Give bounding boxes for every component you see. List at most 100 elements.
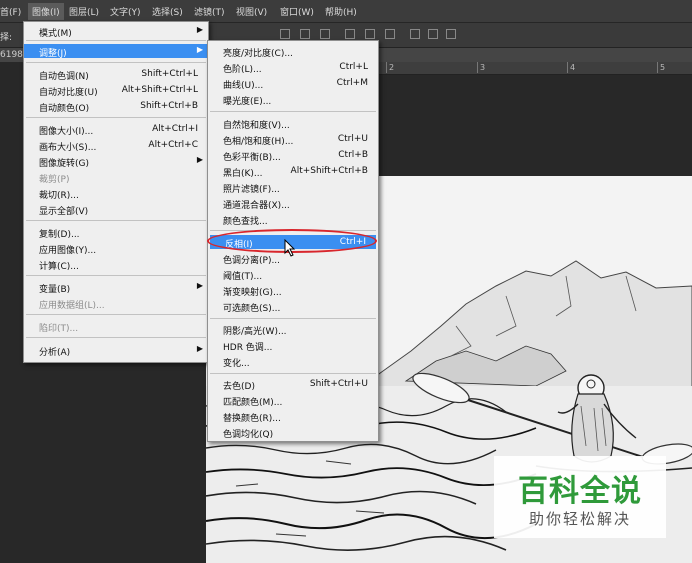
menu-item-label: 黑白(K)... [223,169,263,179]
menu-item-label: 亮度/对比度(C)... [223,49,293,59]
submenu-arrow-icon: ▶ [196,344,203,353]
menu-item-shortcut: Alt+Ctrl+I [152,124,198,134]
menu-item-label: 曲线(U)... [223,81,264,91]
adjust-menu-item[interactable]: 自然饱和度(V)... [208,116,378,131]
image-menu-item[interactable]: 变量(B) ▶ [24,280,208,295]
adjust-menu-item[interactable]: 颜色查找... [208,212,378,227]
image-menu-item[interactable]: 应用图像(Y)... [24,241,208,256]
adjust-menu-item[interactable]: 色彩平衡(B)... Ctrl+B [208,148,378,163]
menu-item-label: 画布大小(S)... [39,143,97,153]
adjust-menu-item[interactable]: 变化... [208,354,378,369]
align-hcenter-icon[interactable] [365,29,375,39]
image-menu-item[interactable]: 自动颜色(O) Shift+Ctrl+B [24,99,208,114]
align-right-icon[interactable] [385,29,395,39]
menu-item-label: 可选颜色(S)... [223,304,281,314]
adjust-menu-item[interactable]: 色相/饱和度(H)... Ctrl+U [208,132,378,147]
menu-item-label: 变量(B) [39,285,71,295]
submenu-arrow-icon: ▶ [196,45,203,54]
menu-item-label: 陷印(T)... [39,324,79,334]
image-menu-item[interactable]: 自动色调(N) Shift+Ctrl+L [24,67,208,82]
menu-item-label: 复制(D)... [39,230,80,240]
ruler-tick-label: 3 [480,63,486,72]
menu-item-label: 调整(J) [39,49,67,59]
menu-item-label: 去色(D) [223,382,255,392]
document-tab[interactable]: 6198 [0,50,23,60]
image-menu-item[interactable]: 裁切(R)... [24,186,208,201]
menu-item-label: 变化... [223,359,250,369]
image-menu-item[interactable]: 自动对比度(U) Alt+Shift+Ctrl+L [24,83,208,98]
align-vcenter-icon[interactable] [300,29,310,39]
adjust-menu-item[interactable]: 渐变映射(G)... [208,283,378,298]
menu-item-label: 裁切(R)... [39,191,79,201]
menu-item-shortcut: Alt+Shift+Ctrl+L [121,85,198,95]
submenu-arrow-icon: ▶ [196,25,203,34]
image-menu: 模式(M) ▶ 调整(J) ▶ 自动色调(N) Shift+Ctrl+L 自动对… [23,21,209,363]
menu-item-label: 曝光度(E)... [223,97,272,107]
menu-item-label: 渐变映射(G)... [223,288,282,298]
menu-item-label: 计算(C)... [39,262,79,272]
menu-filter[interactable]: 滤镜(T) [194,5,225,18]
menu-item-label: 照片滤镜(F)... [223,185,280,195]
menu-view[interactable]: 视图(V) [236,5,267,18]
adjust-menu-item[interactable]: 曝光度(E)... [208,92,378,107]
menu-item-shortcut: Alt+Ctrl+C [148,140,198,150]
adjust-menu-item[interactable]: 通道混合器(X)... [208,196,378,211]
distribute-h-icon[interactable] [428,29,438,39]
adjust-menu-item[interactable]: 阴影/高光(W)... [208,322,378,337]
image-menu-item[interactable]: 图像旋转(G) ▶ [24,154,208,169]
menu-item-label: 应用数据组(L)... [39,301,105,311]
image-menu-item-adjust[interactable]: 调整(J) ▶ [24,44,208,59]
menu-item-shortcut: Ctrl+L [339,62,368,72]
menu-item-shortcut: Alt+Shift+Ctrl+B [290,166,368,176]
image-menu-item[interactable]: 计算(C)... [24,257,208,272]
align-left-icon[interactable] [345,29,355,39]
ruler-tick-line [567,62,568,73]
adjust-menu-item[interactable]: 色调均化(Q) [208,425,378,440]
adjust-menu-item[interactable]: HDR 色调... [208,338,378,353]
distribute-v-icon[interactable] [446,29,456,39]
menu-item-label: 裁剪(P) [39,175,70,185]
menu-file[interactable]: 首(F) [0,5,21,18]
menu-item-label: 应用图像(Y)... [39,246,97,256]
menu-help[interactable]: 帮助(H) [325,5,357,18]
menu-select[interactable]: 选择(S) [152,5,183,18]
adjust-menu-item[interactable]: 替换颜色(R)... [208,409,378,424]
distribute-icon[interactable] [410,29,420,39]
menu-item-label: 色阶(L)... [223,65,262,75]
image-menu-item[interactable]: 模式(M) ▶ [24,24,208,39]
menu-separator [26,117,206,118]
menu-image[interactable]: 图像(I) [28,3,64,20]
watermark-title: 百科全说 [518,474,642,509]
menu-item-shortcut: Shift+Ctrl+L [141,69,198,79]
adjust-menu-item[interactable]: 照片滤镜(F)... [208,180,378,195]
adjust-menu-item[interactable]: 曲线(U)... Ctrl+M [208,76,378,91]
menu-item-label: 自动色调(N) [39,72,89,82]
adjust-menu-item[interactable]: 匹配颜色(M)... [208,393,378,408]
adjust-menu-item[interactable]: 去色(D) Shift+Ctrl+U [208,377,378,392]
image-menu-item[interactable]: 画布大小(S)... Alt+Ctrl+C [24,138,208,153]
submenu-arrow-icon: ▶ [196,281,203,290]
image-menu-item[interactable]: 分析(A) ▶ [24,343,208,358]
menu-type[interactable]: 文字(Y) [110,5,141,18]
menu-layer[interactable]: 图层(L) [69,5,99,18]
align-top-icon[interactable] [280,29,290,39]
menu-separator [26,337,206,338]
menu-window[interactable]: 窗口(W) [280,5,314,18]
menu-item-label: 模式(M) [39,29,72,39]
align-bottom-icon[interactable] [320,29,330,39]
adjust-menu-item[interactable]: 阈值(T)... [208,267,378,282]
image-menu-item[interactable]: 显示全部(V) [24,202,208,217]
menu-item-shortcut: Ctrl+B [338,150,368,160]
image-menu-item: 应用数据组(L)... [24,296,208,311]
image-menu-item[interactable]: 图像大小(I)... Alt+Ctrl+I [24,122,208,137]
adjust-menu-item[interactable]: 黑白(K)... Alt+Shift+Ctrl+B [208,164,378,179]
submenu-arrow-icon: ▶ [196,155,203,164]
image-menu-item[interactable]: 复制(D)... [24,225,208,240]
menu-item-label: 色调分离(P)... [223,256,281,266]
adjust-menu-item[interactable]: 色阶(L)... Ctrl+L [208,60,378,75]
adjust-menu-item[interactable]: 可选颜色(S)... [208,299,378,314]
menu-item-label: 阈值(T)... [223,272,263,282]
menu-item-label: 色彩平衡(B)... [223,153,281,163]
adjust-menu-item[interactable]: 亮度/对比度(C)... [208,44,378,59]
menu-item-label: 自动颜色(O) [39,104,90,114]
